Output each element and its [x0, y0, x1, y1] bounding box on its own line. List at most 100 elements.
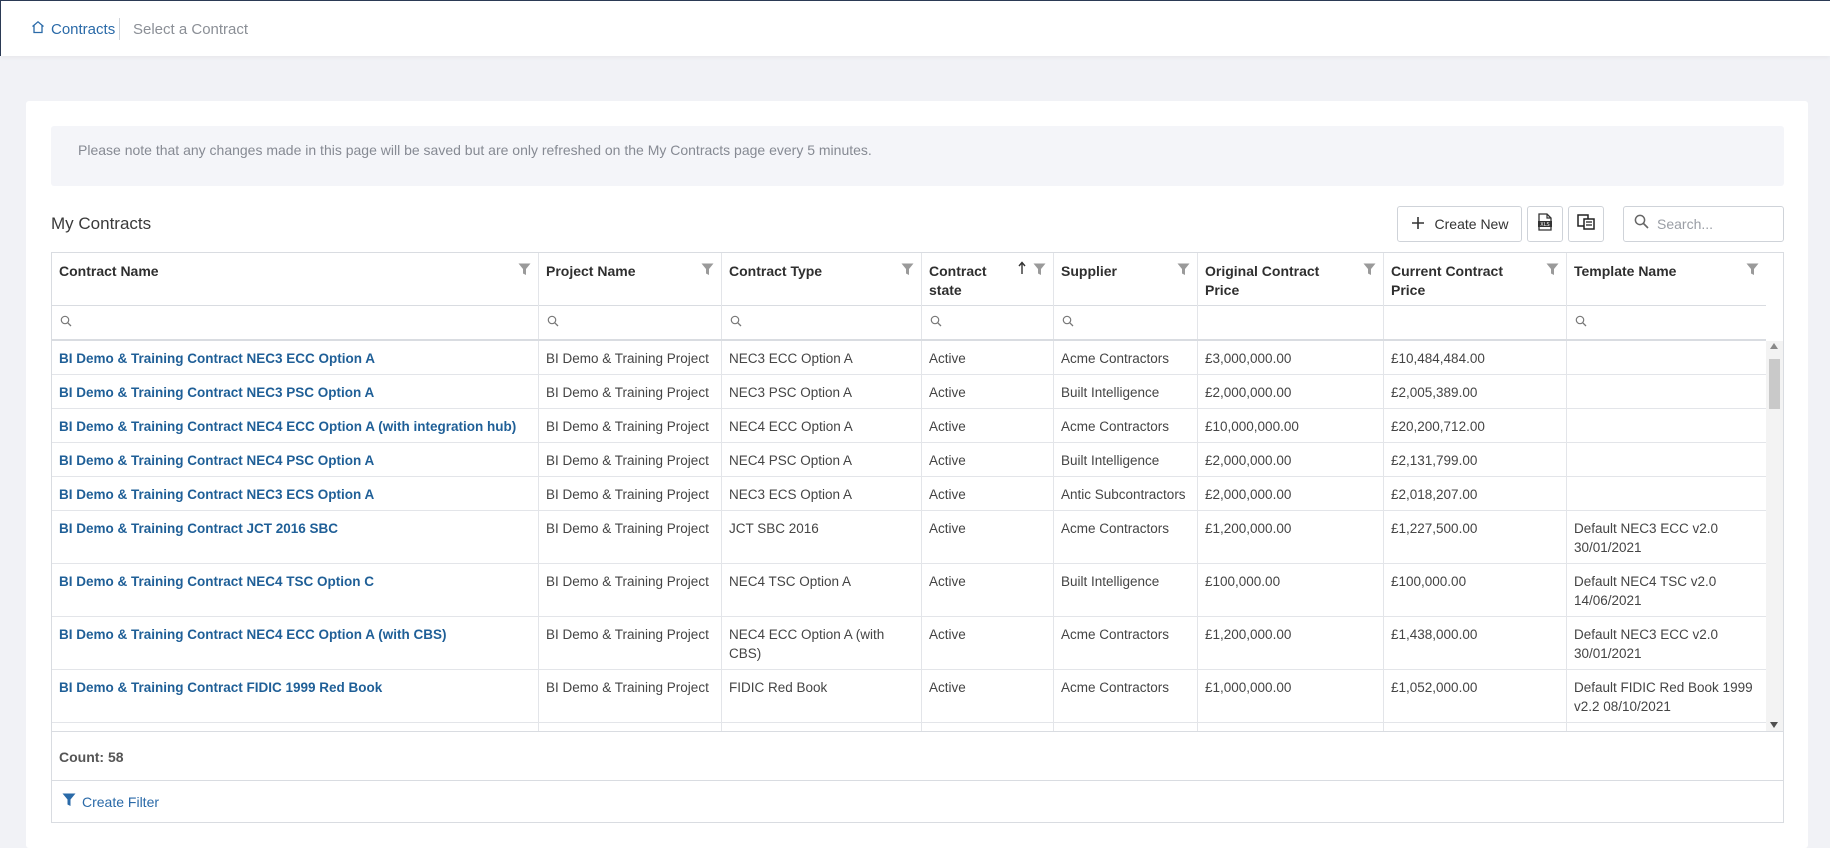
- grid-body: BI Demo & Training Contract NEC3 ECC Opt…: [52, 341, 1766, 731]
- header-current-price[interactable]: Current Contract Price: [1384, 253, 1567, 306]
- original-price-cell: [1198, 723, 1384, 731]
- header-project-name[interactable]: Project Name: [539, 253, 722, 306]
- filter-cell-template-name[interactable]: [1567, 306, 1766, 339]
- project-name-cell: [539, 723, 722, 731]
- template-name-cell: [1567, 723, 1766, 731]
- table-row[interactable]: BI Demo & Training Contract NEC4 PSC Opt…: [52, 443, 1766, 477]
- contract-state-cell: Active: [922, 375, 1054, 408]
- filter-funnel-icon[interactable]: [701, 262, 714, 281]
- supplier-cell: Acme Contractors: [1054, 511, 1198, 563]
- table-row[interactable]: [52, 723, 1766, 731]
- filter-cell-contract-type[interactable]: [722, 306, 922, 339]
- filter-cell-supplier[interactable]: [1054, 306, 1198, 339]
- header-contract-name[interactable]: Contract Name: [52, 253, 539, 306]
- contract-state-cell: Active: [922, 477, 1054, 510]
- create-new-button[interactable]: Create New: [1397, 206, 1522, 242]
- header-contract-state[interactable]: Contract state: [922, 253, 1054, 306]
- header-template-name[interactable]: Template Name: [1567, 253, 1766, 306]
- vertical-scrollbar[interactable]: [1766, 341, 1783, 731]
- contract-state-cell: Active: [922, 511, 1054, 563]
- current-price-cell: £10,484,484.00: [1384, 341, 1567, 374]
- breadcrumb-divider: [119, 18, 120, 40]
- filter-funnel-icon[interactable]: [1177, 262, 1190, 281]
- table-row[interactable]: BI Demo & Training Contract NEC3 ECS Opt…: [52, 477, 1766, 511]
- table-row[interactable]: BI Demo & Training Contract NEC3 ECC Opt…: [52, 341, 1766, 375]
- header-label: Project Name: [546, 263, 636, 279]
- supplier-cell: Acme Contractors: [1054, 670, 1198, 722]
- supplier-cell: Built Intelligence: [1054, 564, 1198, 616]
- template-name-cell: Default NEC3 ECC v2.0 30/01/2021: [1574, 627, 1719, 661]
- contract-name-cell[interactable]: BI Demo & Training Contract NEC4 ECC Opt…: [52, 409, 539, 442]
- filter-cell-original-price[interactable]: [1198, 306, 1384, 339]
- filter-funnel-icon: [62, 793, 76, 810]
- table-row[interactable]: BI Demo & Training Contract NEC3 PSC Opt…: [52, 375, 1766, 409]
- table-row[interactable]: BI Demo & Training Contract JCT 2016 SBC…: [52, 511, 1766, 564]
- template-name-cell: Default FIDIC Red Book 1999 v2.2 08/10/2…: [1574, 680, 1753, 714]
- template-name-cell: [1567, 443, 1766, 476]
- sort-ascending-icon[interactable]: [1018, 261, 1026, 280]
- contract-name-cell[interactable]: BI Demo & Training Contract NEC4 TSC Opt…: [52, 564, 539, 616]
- column-chooser-button[interactable]: [1568, 206, 1604, 242]
- contract-name-cell[interactable]: BI Demo & Training Contract NEC3 ECS Opt…: [52, 477, 539, 510]
- filter-funnel-icon[interactable]: [518, 262, 531, 281]
- supplier-cell: Built Intelligence: [1054, 443, 1198, 476]
- header-label: Contract Type: [729, 263, 823, 279]
- project-name-cell: BI Demo & Training Project: [539, 477, 722, 510]
- search-input[interactable]: [1657, 216, 1767, 232]
- contract-state-cell: Active: [922, 409, 1054, 442]
- filter-funnel-icon[interactable]: [1033, 262, 1046, 281]
- search-icon: [60, 314, 72, 332]
- contract-name-cell[interactable]: BI Demo & Training Contract NEC4 PSC Opt…: [52, 443, 539, 476]
- header-supplier[interactable]: Supplier: [1054, 253, 1198, 306]
- create-filter-link[interactable]: Create Filter: [52, 781, 1783, 822]
- scroll-down-arrow-icon[interactable]: [1770, 722, 1778, 728]
- current-price-cell: £2,018,207.00: [1384, 477, 1567, 510]
- search-icon: [1062, 314, 1074, 332]
- template-name-cell: Default NEC4 TSC v2.0 14/06/2021: [1574, 574, 1717, 608]
- contract-name-cell[interactable]: BI Demo & Training Contract NEC3 ECC Opt…: [52, 341, 539, 374]
- search-icon: [730, 314, 742, 332]
- section-title: My Contracts: [51, 214, 152, 233]
- header-label: Contract state: [929, 263, 987, 298]
- filter-cell-current-price[interactable]: [1384, 306, 1567, 339]
- contract-state-cell: Active: [922, 617, 1054, 669]
- contract-type-cell: NEC4 TSC Option A: [722, 564, 922, 616]
- current-price-cell: £1,227,500.00: [1384, 511, 1567, 563]
- contracts-card: Please note that any changes made in thi…: [26, 101, 1808, 848]
- contract-name-cell[interactable]: BI Demo & Training Contract NEC3 PSC Opt…: [52, 375, 539, 408]
- contract-state-cell: Active: [922, 443, 1054, 476]
- home-icon: [31, 20, 45, 38]
- filter-cell-project-name[interactable]: [539, 306, 722, 339]
- table-row[interactable]: BI Demo & Training Contract NEC4 ECC Opt…: [52, 409, 1766, 443]
- filter-funnel-icon[interactable]: [1363, 262, 1376, 281]
- contract-type-cell: JCT SBC 2016: [722, 511, 922, 563]
- filter-funnel-icon[interactable]: [1546, 262, 1559, 281]
- filter-cell-contract-name[interactable]: [52, 306, 539, 339]
- breadcrumb-home-link[interactable]: Contracts: [31, 20, 115, 38]
- contract-type-cell: [722, 723, 922, 731]
- filter-cell-contract-state[interactable]: [922, 306, 1054, 339]
- current-price-cell: £2,131,799.00: [1384, 443, 1567, 476]
- grid-search-box[interactable]: [1623, 206, 1784, 242]
- contract-state-cell: Active: [922, 564, 1054, 616]
- row-count: Count: 58: [52, 731, 1783, 781]
- contract-name-cell[interactable]: BI Demo & Training Contract NEC4 ECC Opt…: [52, 617, 539, 669]
- project-name-cell: BI Demo & Training Project: [539, 375, 722, 408]
- table-row[interactable]: BI Demo & Training Contract FIDIC 1999 R…: [52, 670, 1766, 723]
- contract-name-cell[interactable]: BI Demo & Training Contract JCT 2016 SBC: [52, 511, 539, 563]
- scroll-up-arrow-icon[interactable]: [1770, 343, 1778, 349]
- contract-name-cell[interactable]: BI Demo & Training Contract FIDIC 1999 R…: [52, 670, 539, 722]
- table-row[interactable]: BI Demo & Training Contract NEC4 ECC Opt…: [52, 617, 1766, 670]
- search-icon: [1634, 214, 1649, 234]
- export-xlsx-button[interactable]: XLS: [1527, 206, 1563, 242]
- table-row[interactable]: BI Demo & Training Contract NEC4 TSC Opt…: [52, 564, 1766, 617]
- filter-funnel-icon[interactable]: [901, 262, 914, 281]
- scrollbar-thumb[interactable]: [1769, 359, 1780, 409]
- header-label: Current Contract Price: [1391, 263, 1504, 298]
- contracts-grid: Contract Name Project Name Contract Type…: [51, 252, 1784, 823]
- header-original-price[interactable]: Original Contract Price: [1198, 253, 1384, 306]
- project-name-cell: BI Demo & Training Project: [539, 670, 722, 722]
- filter-funnel-icon[interactable]: [1746, 262, 1759, 281]
- header-contract-type[interactable]: Contract Type: [722, 253, 922, 306]
- contract-name-cell[interactable]: [52, 723, 539, 731]
